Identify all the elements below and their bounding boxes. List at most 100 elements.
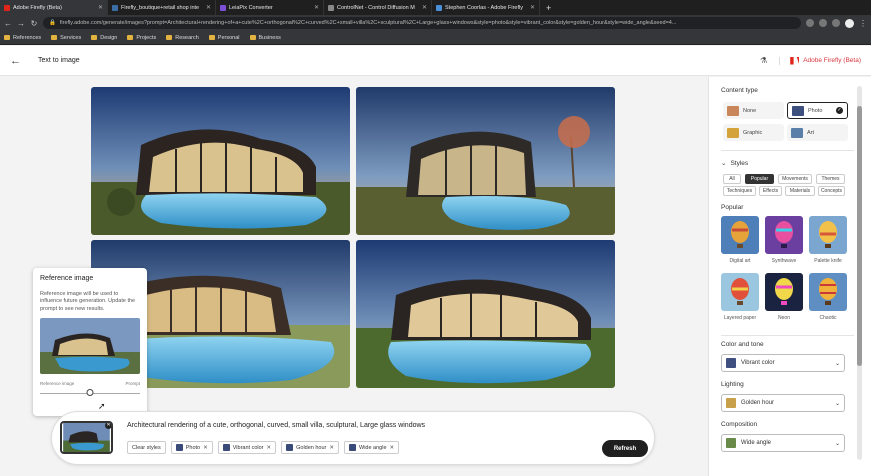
close-tab-icon[interactable]: ✕ <box>314 4 319 11</box>
labs-flask-icon[interactable]: ⚗ <box>760 56 767 65</box>
style-card-palette-knife[interactable]: Palette knife <box>809 216 847 264</box>
style-card-synthwave[interactable]: Synthwave <box>765 216 803 264</box>
style-card-neon[interactable]: Neon <box>765 273 803 321</box>
golden-hour-icon <box>286 444 294 451</box>
browser-tab-stephen[interactable]: Stephen Coorlas - Adobe Firefly ✕ <box>432 0 540 15</box>
menu-icon[interactable]: ⋮ <box>859 19 867 28</box>
bookmark-star-icon[interactable] <box>819 19 827 27</box>
back-arrow-icon[interactable]: ← <box>10 55 24 67</box>
reload-icon[interactable]: ↻ <box>30 19 38 28</box>
content-type-graphic[interactable]: Graphic <box>723 124 784 141</box>
adobe-firefly-brand[interactable]: Adobe Firefly (Beta) <box>779 56 861 65</box>
chevron-down-icon: ⌄ <box>834 400 840 407</box>
browser-tab-firefly[interactable]: Adobe Firefly (Beta) ✕ <box>0 0 108 15</box>
chip-wide-angle[interactable]: Wide angle ✕ <box>344 441 400 454</box>
sidepanel-icon[interactable] <box>832 19 840 27</box>
lighting-dropdown[interactable]: Golden hour ⌄ <box>721 394 845 412</box>
wide-angle-icon <box>349 444 356 451</box>
browser-tab-leiapix[interactable]: LeiaPix Converter ✕ <box>216 0 324 15</box>
url-text: firefly.adobe.com/generate/images?prompt… <box>59 20 677 26</box>
remove-chip-icon[interactable]: ✕ <box>329 445 334 451</box>
extension-icon[interactable] <box>806 19 814 27</box>
style-card-label: Palette knife <box>814 258 842 264</box>
styles-tab-popular[interactable]: Popular <box>745 174 774 184</box>
style-card-layered-paper[interactable]: Layered paper <box>721 273 759 321</box>
bookmark-personal[interactable]: Personal <box>208 35 240 41</box>
generated-image-2[interactable] <box>356 87 615 235</box>
profile-avatar[interactable] <box>845 18 854 28</box>
generated-image-1[interactable] <box>91 87 350 235</box>
balloon-image <box>721 216 759 254</box>
reference-strength-slider[interactable] <box>40 388 140 398</box>
styles-tab-techniques[interactable]: Techniques <box>723 186 756 196</box>
forward-icon[interactable]: → <box>17 19 25 28</box>
content-type-photo[interactable]: Photo ✓ <box>787 102 848 119</box>
balloon-image <box>765 216 803 254</box>
styles-tab-materials[interactable]: Materials <box>785 186 815 196</box>
bookmark-business[interactable]: Business <box>249 34 281 41</box>
back-icon[interactable]: ← <box>4 19 12 28</box>
prompt-reference-thumbnail[interactable]: ✕ <box>60 421 113 454</box>
bookmark-label: Business <box>258 34 281 41</box>
checkmark-icon: ✓ <box>836 107 843 114</box>
balloon-image <box>809 216 847 254</box>
styles-tab-themes[interactable]: Themes <box>816 174 845 184</box>
refresh-button[interactable]: Refresh <box>602 440 648 457</box>
bookmark-services[interactable]: Services <box>51 35 81 41</box>
new-tab-icon[interactable]: + <box>540 3 557 13</box>
close-tab-icon[interactable]: ✕ <box>206 4 211 11</box>
styles-tab-concepts[interactable]: Concepts <box>818 186 845 196</box>
style-card-label: Layered paper <box>723 315 757 321</box>
tab-favicon-icon <box>328 4 334 11</box>
bookmark-research[interactable]: Research <box>166 35 199 41</box>
remove-reference-icon[interactable]: ✕ <box>105 423 111 429</box>
balloon-image <box>721 273 759 311</box>
style-card-digital-art[interactable]: Digital art <box>721 216 759 264</box>
tab-title: Adobe Firefly (Beta) <box>13 4 62 11</box>
chevron-down-icon: ⌄ <box>721 160 727 167</box>
close-tab-icon[interactable]: ✕ <box>98 4 103 11</box>
reference-description: Reference image will be used to influenc… <box>40 291 136 312</box>
bookmark-references[interactable]: References <box>4 35 41 41</box>
url-input[interactable]: 🔒 firefly.adobe.com/generate/images?prom… <box>43 17 801 29</box>
remove-chip-icon[interactable]: ✕ <box>390 445 395 451</box>
styles-tab-all[interactable]: All <box>723 174 741 184</box>
browser-tab-controlnet[interactable]: ControlNet - Control Diffusion M ✕ <box>324 0 432 15</box>
composition-dropdown[interactable]: Wide angle ⌄ <box>721 434 845 452</box>
close-tab-icon[interactable]: ✕ <box>422 4 427 11</box>
adobe-logo-icon <box>790 56 800 65</box>
content-type-label: Art <box>807 129 815 136</box>
style-card-chaotic[interactable]: Chaotic <box>809 273 847 321</box>
scrollbar-thumb[interactable] <box>857 106 862 366</box>
content-type-label: Photo <box>808 107 823 114</box>
remove-chip-icon[interactable]: ✕ <box>267 445 272 451</box>
bookmark-design[interactable]: Design <box>91 35 117 41</box>
chip-photo[interactable]: Photo ✕ <box>170 441 213 454</box>
style-card-label: Chaotic <box>819 315 837 321</box>
slider-knob[interactable] <box>86 389 94 397</box>
prompt-text[interactable]: Architectural rendering of a cute, ortho… <box>127 422 425 429</box>
styles-tab-movements[interactable]: Movements <box>778 174 812 184</box>
generated-image-4[interactable] <box>356 240 615 388</box>
content-type-art[interactable]: Art <box>787 124 848 141</box>
style-chips: Clear styles Photo ✕ Vibrant color ✕ Golde… <box>127 441 400 454</box>
panel-scrollbar[interactable] <box>857 86 862 460</box>
remove-chip-icon[interactable]: ✕ <box>203 445 208 451</box>
none-type-icon <box>727 105 739 116</box>
divider <box>721 335 854 336</box>
color-tone-dropdown[interactable]: Vibrant color ⌄ <box>721 354 845 372</box>
chip-vibrant-color[interactable]: Vibrant color ✕ <box>217 441 277 454</box>
close-tab-icon[interactable]: ✕ <box>530 4 535 11</box>
chip-golden-hour[interactable]: Golden hour ✕ <box>281 441 339 454</box>
art-type-icon <box>791 127 803 138</box>
styles-tab-effects[interactable]: Effects <box>759 186 782 196</box>
content-type-none[interactable]: None <box>723 102 784 119</box>
reference-title: Reference image <box>40 275 94 282</box>
content-type-label: Graphic <box>743 129 763 136</box>
clear-styles-button[interactable]: Clear styles <box>127 441 166 454</box>
slider-right-label: Prompt <box>125 381 140 387</box>
bookmark-projects[interactable]: Projects <box>127 35 156 41</box>
styles-header[interactable]: ⌄ Styles <box>721 159 749 168</box>
styles-title: Styles <box>730 159 749 167</box>
browser-tab-boutique[interactable]: Firefly_boutique+retail shop inte ✕ <box>108 0 216 15</box>
